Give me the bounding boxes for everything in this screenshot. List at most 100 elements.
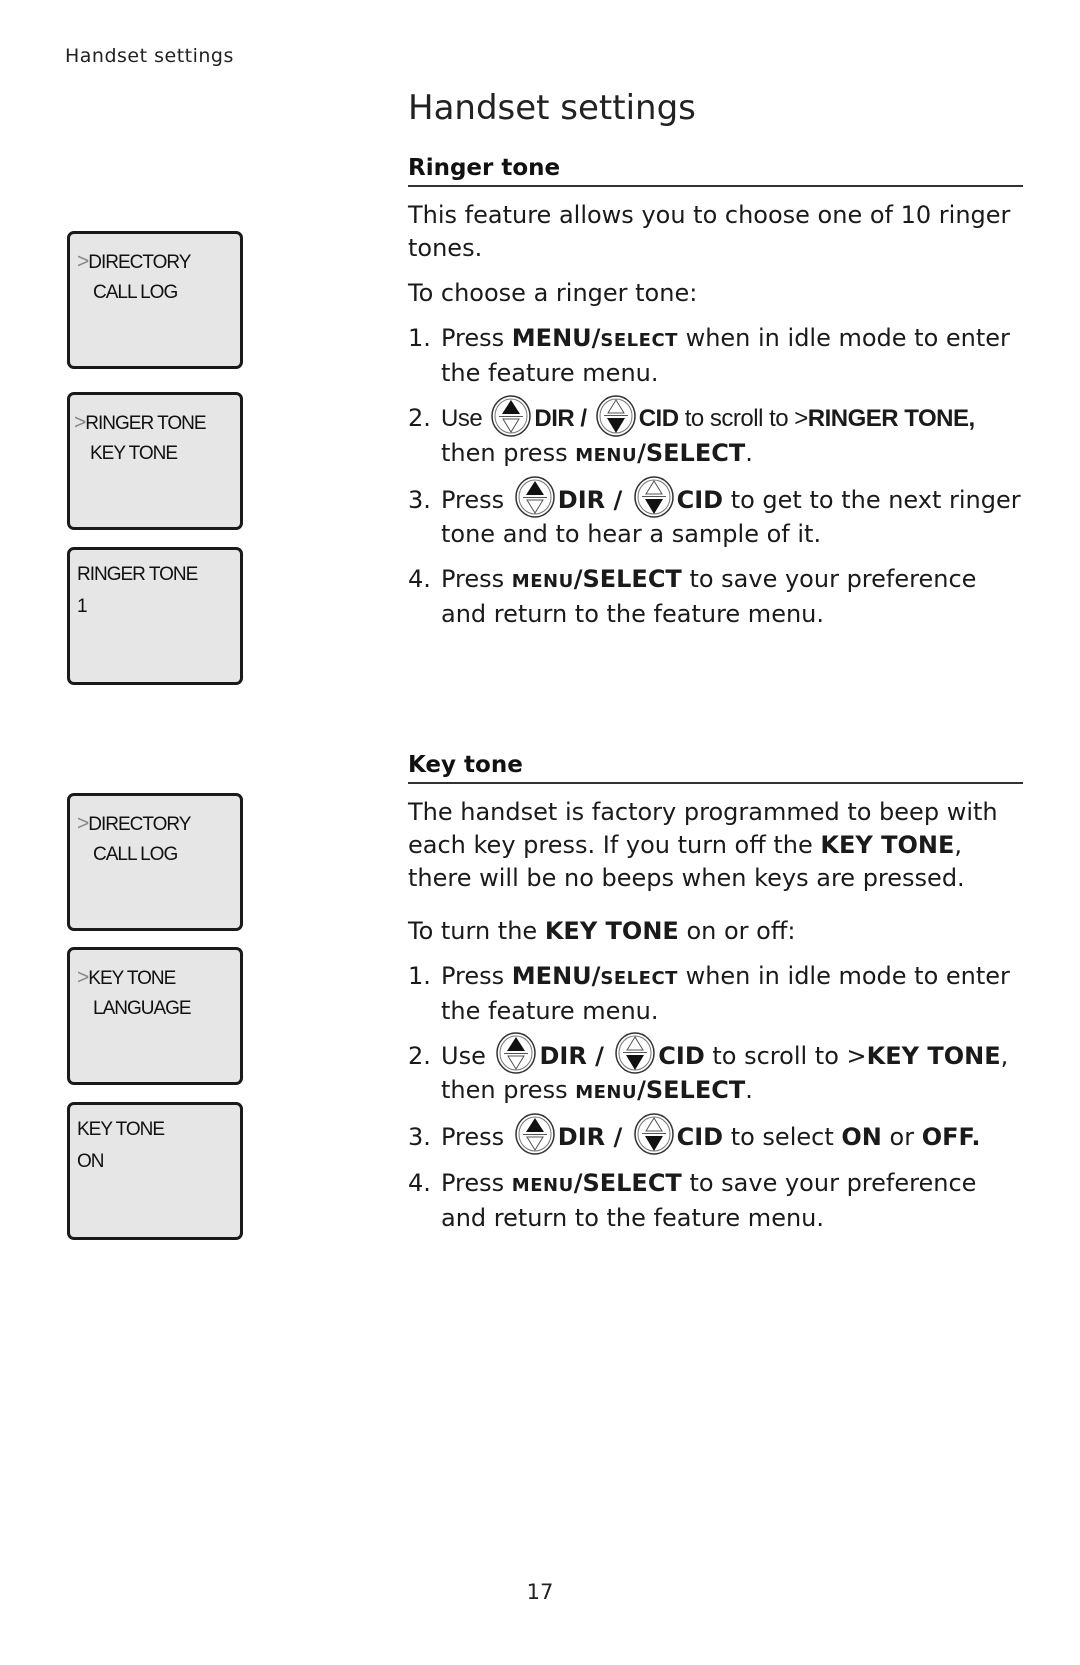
select-key-label: /SELECT [637, 438, 746, 467]
cid-key-label: CID [658, 1042, 705, 1070]
lcd-screen-keytone-value: KEY TONE ON [67, 1102, 243, 1240]
cid-key-label: CID [638, 405, 679, 432]
dir-key-label: DIR / [557, 485, 631, 514]
menu-key-label: MENU [511, 570, 574, 592]
step-item: 4. Press MENU/SELECT to save your prefer… [408, 1167, 1023, 1235]
menu-key-label: MENU [575, 444, 638, 466]
select-key-label: /SELECT [637, 1076, 746, 1104]
dir-up-key-icon [490, 395, 532, 437]
lcd-line-2: CALL LOG [93, 282, 178, 303]
menu-key-label: MENU [511, 1175, 574, 1196]
step-item: 1. Press MENU/SELECT when in idle mode t… [408, 960, 1023, 1028]
step-text: Press [441, 324, 512, 352]
dir-up-key-icon [514, 476, 556, 518]
menu-key-label: MENU [575, 1082, 638, 1103]
section-heading: Ringer tone [408, 155, 1023, 187]
lcd-screen-directory-2: >DIRECTORY CALL LOG [67, 793, 243, 931]
lcd-screen-keytone-menu: >KEY TONE LANGUAGE [67, 947, 243, 1085]
lcd-line-1: KEY TONE [77, 1119, 165, 1140]
menu-key-label: MENU/ [511, 962, 601, 990]
step-number: 1. [408, 962, 431, 990]
selection-caret: > [77, 812, 89, 835]
steps-list: 1. Press MENU/SELECT when in idle mode t… [408, 960, 1023, 1235]
step-text: or [881, 1123, 922, 1151]
step-item: 3. Press DIR / CID to select ON or OFF. [408, 1121, 1023, 1155]
lcd-line-1: RINGER TONE [85, 413, 206, 434]
step-number: 1. [408, 324, 431, 352]
cid-down-key-icon [595, 395, 637, 437]
off-option-label: OFF. [921, 1123, 981, 1151]
step-text: then press [441, 438, 576, 467]
step-number: 4. [408, 1169, 431, 1197]
menu-target-label: RINGER TONE, [807, 405, 975, 432]
step-number: 4. [408, 564, 431, 593]
lcd-line-1: RINGER TONE [77, 564, 198, 585]
key-tone-label: KEY TONE [544, 917, 679, 945]
lcd-line-1: DIRECTORY [88, 814, 191, 835]
steps-list: 1. Press MENU/SELECT when in idle mode t… [408, 322, 1023, 631]
lcd-line-1: KEY TONE [88, 968, 176, 989]
dir-key-label: DIR / [534, 405, 593, 432]
step-text: to scroll to > [678, 405, 809, 432]
select-key-label: /SELECT [573, 1169, 682, 1197]
lcd-screen-directory: >DIRECTORY CALL LOG [67, 231, 243, 369]
step-text: to scroll to > [704, 1042, 867, 1070]
step-number: 3. [408, 485, 431, 514]
selection-caret: > [74, 411, 86, 434]
step-item: 3. Press DIR / CID to get to the next ri… [408, 484, 1023, 551]
select-key-label: /SELECT [573, 564, 682, 593]
lead-text-part: To turn the [408, 917, 545, 945]
dir-up-key-icon [514, 1113, 556, 1155]
lcd-line-1: DIRECTORY [88, 252, 191, 273]
lcd-screen-ringer-menu: >RINGER TONE KEY TONE [67, 392, 243, 530]
step-item: 1. Press MENU/SELECT when in idle mode t… [408, 322, 1023, 390]
running-head: Handset settings [65, 45, 234, 67]
step-text: Use [441, 1042, 494, 1070]
selection-caret: > [77, 966, 89, 989]
menu-target-label: KEY TONE [866, 1042, 1001, 1070]
punctuation: . [745, 1076, 753, 1104]
section-heading: Key tone [408, 752, 1023, 784]
lcd-line-2: 1 [77, 596, 88, 617]
menu-key-label: MENU/ [511, 324, 601, 352]
intro-text: The handset is factory programmed to bee… [408, 796, 1023, 895]
step-item: 2. Use DIR / CID to scroll to >RINGER TO… [408, 402, 1023, 472]
page-number: 17 [526, 1580, 554, 1604]
lcd-screen-ringer-value: RINGER TONE 1 [67, 547, 243, 685]
selection-caret: > [77, 250, 89, 273]
lcd-line-2: LANGUAGE [93, 998, 192, 1019]
step-number: 2. [408, 1042, 431, 1070]
step-text: Press [441, 962, 512, 990]
step-text: Press [441, 564, 512, 593]
cid-key-label: CID [676, 1123, 724, 1151]
on-option-label: ON [841, 1123, 882, 1151]
punctuation: . [745, 438, 753, 467]
step-text: then press [441, 1076, 576, 1104]
dir-key-label: DIR / [539, 1042, 613, 1070]
step-item: 4. Press MENU/SELECT to save your prefer… [408, 563, 1023, 631]
step-text: Press [441, 1169, 512, 1197]
dir-key-label: DIR / [557, 1123, 631, 1151]
select-key-label: SELECT [600, 330, 678, 351]
lead-text: To turn the KEY TONE on or off: [408, 915, 1023, 948]
step-text: Press [441, 485, 512, 514]
step-item: 2. Use DIR / CID to scroll to >KEY TONE,… [408, 1040, 1023, 1109]
cid-down-key-icon [614, 1032, 656, 1074]
lead-text: To choose a ringer tone: [408, 279, 698, 307]
lead-text-part: on or off: [678, 917, 796, 945]
select-key-label: SELECT [600, 968, 678, 989]
key-tone-label: KEY TONE [820, 831, 955, 859]
lcd-line-2: ON [77, 1151, 104, 1172]
lcd-line-2: CALL LOG [93, 844, 178, 865]
key-tone-section: Key tone The handset is factory programm… [408, 752, 1023, 1247]
cid-down-key-icon [633, 476, 675, 518]
cid-down-key-icon [633, 1113, 675, 1155]
ringer-tone-section: Ringer tone This feature allows you to c… [408, 155, 1023, 643]
page-title: Handset settings [408, 88, 696, 128]
intro-text: This feature allows you to choose one of… [408, 201, 1011, 262]
step-number: 2. [408, 404, 431, 432]
step-text: Use [441, 405, 489, 432]
step-text: to select [723, 1123, 842, 1151]
punctuation: , [1000, 1042, 1009, 1070]
step-text: Press [441, 1123, 512, 1151]
